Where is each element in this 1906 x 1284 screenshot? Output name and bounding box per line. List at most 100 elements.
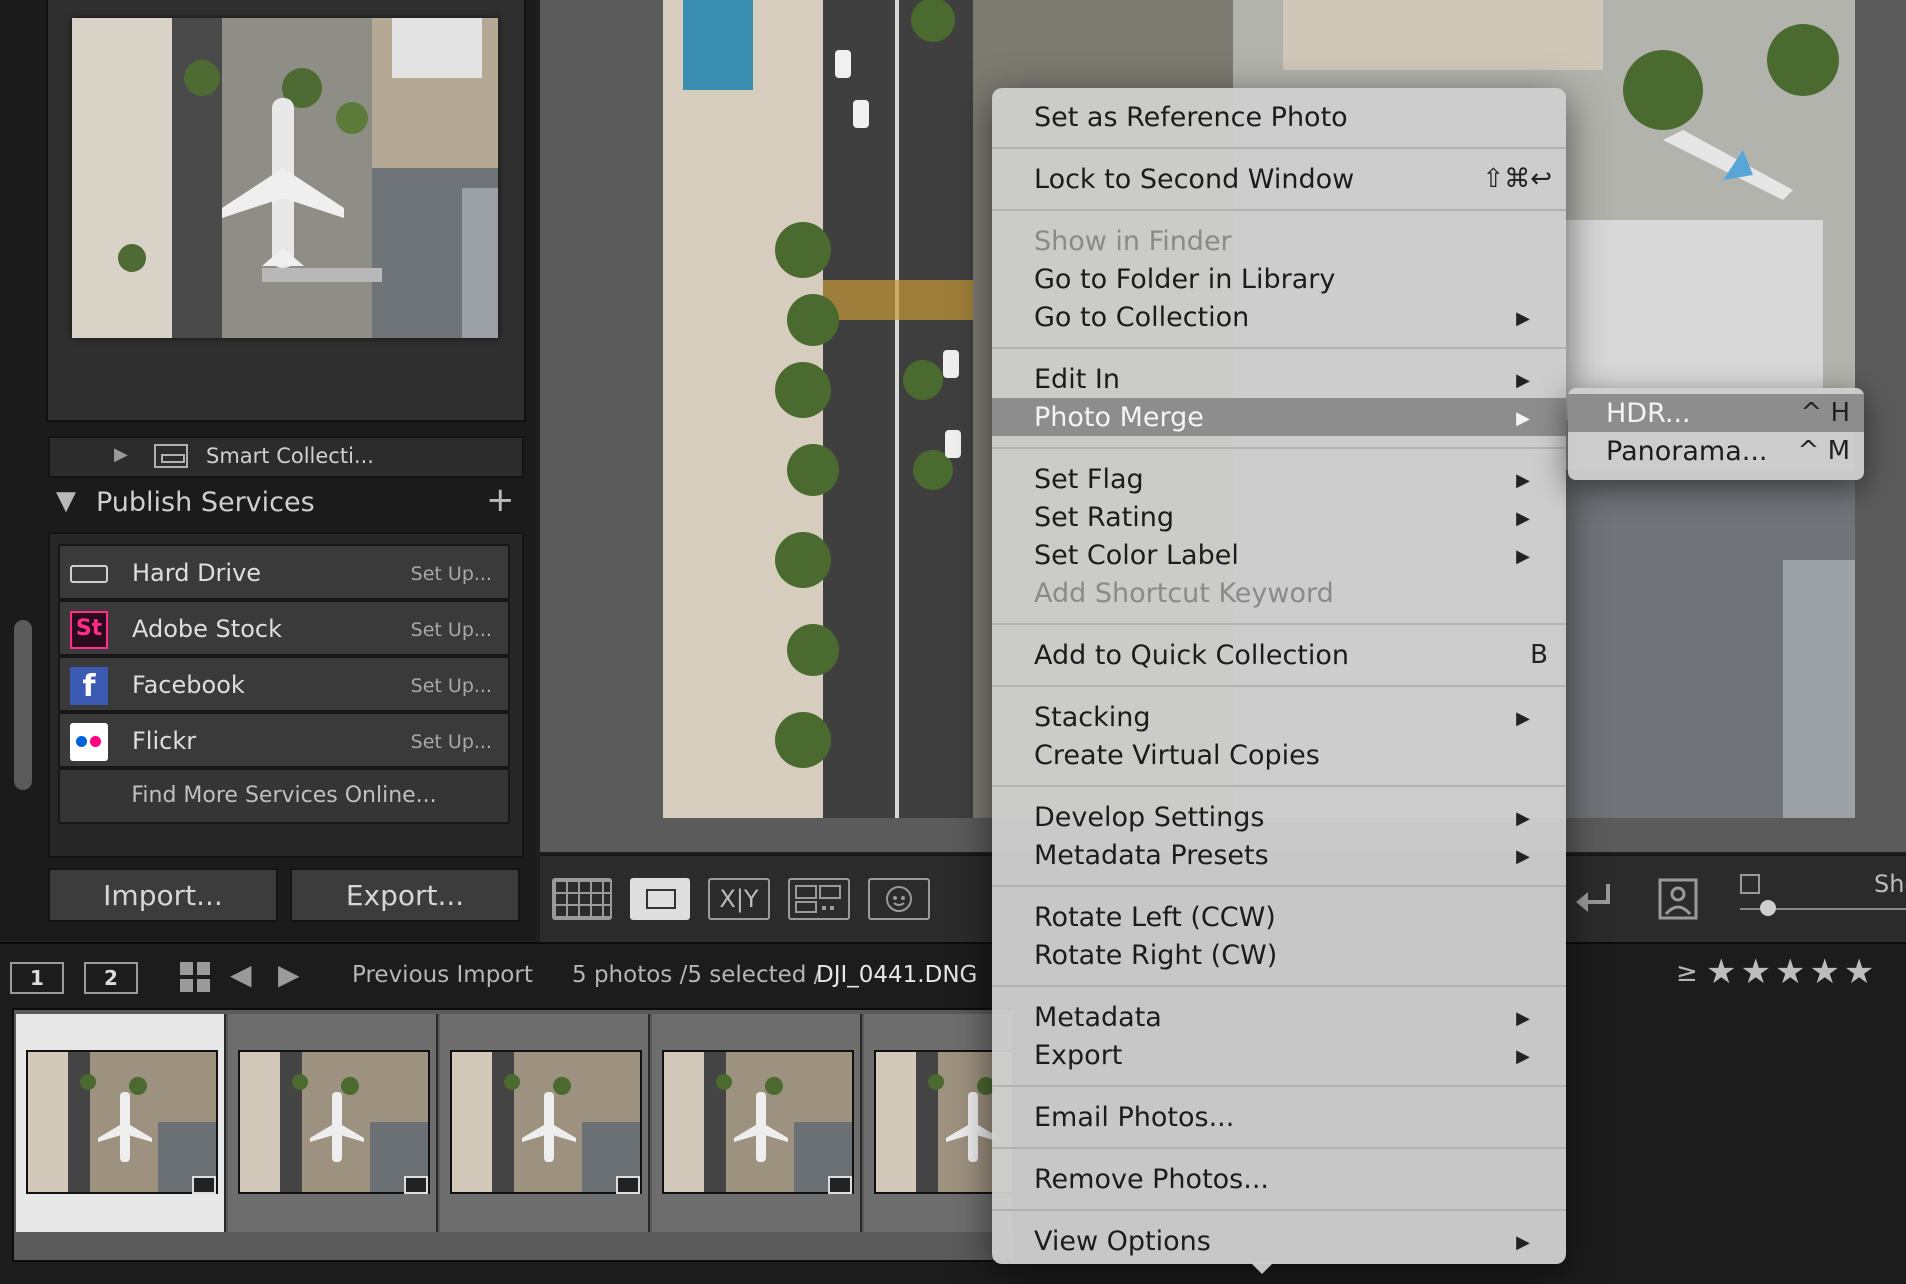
menu-separator: [992, 198, 1566, 222]
menu-item-set-color-label[interactable]: Set Color Label ▶: [992, 536, 1566, 574]
filmstrip-thumbnail[interactable]: [16, 1014, 226, 1232]
import-button[interactable]: Import...: [48, 868, 278, 922]
aerial-thumb: [664, 1052, 852, 1192]
menu-item-label: Set as Reference Photo: [1034, 102, 1348, 133]
crop-overlay-icon[interactable]: [1654, 874, 1702, 924]
aerial-thumb: [452, 1052, 640, 1192]
menu-item-remove-photos[interactable]: Remove Photos...: [992, 1160, 1566, 1198]
submenu-arrow-icon: ▶: [1516, 1008, 1530, 1029]
menu-item-export[interactable]: Export ▶: [992, 1036, 1566, 1074]
find-more-label: Find More Services Online...: [131, 783, 437, 808]
menu-separator: [992, 336, 1566, 360]
metadata-badge-icon: [192, 1176, 216, 1194]
menu-item-label: Panorama...: [1606, 436, 1768, 467]
survey-view-button[interactable]: [788, 878, 850, 920]
service-setup-button[interactable]: Set Up...: [411, 619, 492, 641]
rating-filter-operator[interactable]: ≥: [1676, 958, 1698, 988]
menu-item-stacking[interactable]: Stacking ▶: [992, 698, 1566, 736]
forward-arrow-icon[interactable]: ▶: [278, 958, 300, 991]
filmstrip-header: 1 2 ◀ ▶ Previous Import 5 photos /5 sele…: [0, 942, 1906, 1008]
zoom-slider-thumb[interactable]: [1760, 900, 1776, 916]
menu-item-set-flag[interactable]: Set Flag ▶: [992, 460, 1566, 498]
menu-item-label: Set Color Label: [1034, 540, 1239, 571]
shortcut-label: ^ H: [1800, 398, 1850, 428]
shortcut-label: ⇧⌘↩: [1482, 164, 1552, 194]
loupe-view-button[interactable]: [630, 878, 690, 920]
photo-merge-submenu: HDR... ^ H Panorama... ^ M: [1568, 388, 1864, 480]
menu-item-email-photos[interactable]: Email Photos...: [992, 1098, 1566, 1136]
left-panel-scrollbar[interactable]: [14, 620, 32, 790]
filmstrip-thumbnail[interactable]: [652, 1014, 862, 1232]
return-arrow-icon[interactable]: [1572, 876, 1618, 922]
selection-count: 5 photos /5 selected /: [572, 962, 822, 988]
service-hard-drive[interactable]: Hard Drive Set Up...: [58, 544, 510, 600]
publish-services-title: Publish Services: [96, 487, 315, 518]
context-menu: Set as Reference Photo Lock to Second Wi…: [992, 88, 1566, 1264]
service-setup-button[interactable]: Set Up...: [411, 563, 492, 585]
menu-item-develop-settings[interactable]: Develop Settings ▶: [992, 798, 1566, 836]
menu-item-add-shortcut-keyword: Add Shortcut Keyword: [992, 574, 1566, 612]
menu-item-edit-in[interactable]: Edit In ▶: [992, 360, 1566, 398]
show-checkbox[interactable]: [1740, 874, 1760, 894]
thumbnail-image: [238, 1050, 430, 1194]
filmstrip: [0, 1008, 1906, 1284]
menu-item-view-options[interactable]: View Options ▶: [992, 1222, 1566, 1260]
menu-item-label: Rotate Left (CCW): [1034, 902, 1276, 933]
menu-item-label: Add to Quick Collection: [1034, 640, 1350, 671]
service-setup-button[interactable]: Set Up...: [411, 731, 492, 753]
add-service-icon[interactable]: +: [486, 480, 515, 520]
source-label[interactable]: Previous Import: [352, 962, 533, 988]
service-flickr[interactable]: Flickr Set Up...: [58, 712, 510, 768]
thumbnail-image: [26, 1050, 218, 1194]
menu-item-lock-to-second-window[interactable]: Lock to Second Window ⇧⌘↩: [992, 160, 1566, 198]
left-panel: ▶ Smart Collecti... ▼ Publish Services +…: [0, 0, 536, 940]
compare-view-button[interactable]: X|Y: [708, 878, 770, 920]
service-name: Hard Drive: [132, 559, 262, 587]
expand-triangle-icon[interactable]: ▶: [114, 444, 128, 465]
menu-item-panorama[interactable]: Panorama... ^ M: [1568, 432, 1864, 470]
filmstrip-thumbnail[interactable]: [228, 1014, 438, 1232]
smart-collection-label: Smart Collecti...: [206, 444, 374, 468]
return-arrow-svg: [1576, 884, 1610, 912]
menu-scroll-caret-icon: [1250, 1262, 1274, 1274]
menu-item-set-rating[interactable]: Set Rating ▶: [992, 498, 1566, 536]
menu-item-hdr[interactable]: HDR... ^ H: [1568, 394, 1864, 432]
grid-icon[interactable]: [180, 962, 210, 992]
menu-item-go-to-folder[interactable]: Go to Folder in Library: [992, 260, 1566, 298]
navigator-preview[interactable]: [72, 18, 498, 338]
back-arrow-icon[interactable]: ◀: [230, 958, 252, 991]
menu-item-set-reference-photo[interactable]: Set as Reference Photo: [992, 98, 1566, 136]
menu-item-photo-merge[interactable]: Photo Merge ▶: [992, 398, 1566, 436]
menu-item-label: Develop Settings: [1034, 802, 1265, 833]
secondary-window-button[interactable]: 2: [84, 962, 138, 994]
grid-view-button[interactable]: [552, 878, 612, 920]
filmstrip-thumbnail[interactable]: [440, 1014, 650, 1232]
menu-item-metadata-presets[interactable]: Metadata Presets ▶: [992, 836, 1566, 874]
export-button[interactable]: Export...: [290, 868, 520, 922]
service-facebook[interactable]: f Facebook Set Up...: [58, 656, 510, 712]
menu-item-label: Add Shortcut Keyword: [1034, 578, 1334, 609]
menu-item-go-to-collection[interactable]: Go to Collection ▶: [992, 298, 1566, 336]
smart-collections-row[interactable]: ▶ Smart Collecti...: [48, 436, 524, 478]
menu-item-rotate-right[interactable]: Rotate Right (CW): [992, 936, 1566, 974]
menu-item-label: Edit In: [1034, 364, 1120, 395]
collapse-triangle-icon[interactable]: ▼: [56, 486, 76, 516]
menu-item-rotate-left[interactable]: Rotate Left (CCW): [992, 898, 1566, 936]
menu-item-label: Set Rating: [1034, 502, 1174, 533]
aerial-thumb: [28, 1052, 216, 1192]
menu-item-metadata[interactable]: Metadata ▶: [992, 998, 1566, 1036]
publish-services-header[interactable]: ▼ Publish Services +: [48, 480, 520, 528]
primary-window-button[interactable]: 1: [10, 962, 64, 994]
service-setup-button[interactable]: Set Up...: [411, 675, 492, 697]
people-view-button[interactable]: [868, 878, 930, 920]
menu-item-label: Email Photos...: [1034, 1102, 1235, 1133]
menu-separator: [992, 1074, 1566, 1098]
menu-item-create-virtual-copies[interactable]: Create Virtual Copies: [992, 736, 1566, 774]
menu-item-add-to-quick-collection[interactable]: Add to Quick Collection B: [992, 636, 1566, 674]
crop-overlay-svg: [1658, 878, 1698, 920]
filmstrip-cells: [12, 1008, 1016, 1262]
service-adobe-stock[interactable]: St Adobe Stock Set Up...: [58, 600, 510, 656]
aerial-thumb: [240, 1052, 428, 1192]
rating-filter-stars[interactable]: ★★★★★: [1706, 952, 1878, 992]
find-more-services-button[interactable]: Find More Services Online...: [58, 768, 510, 824]
